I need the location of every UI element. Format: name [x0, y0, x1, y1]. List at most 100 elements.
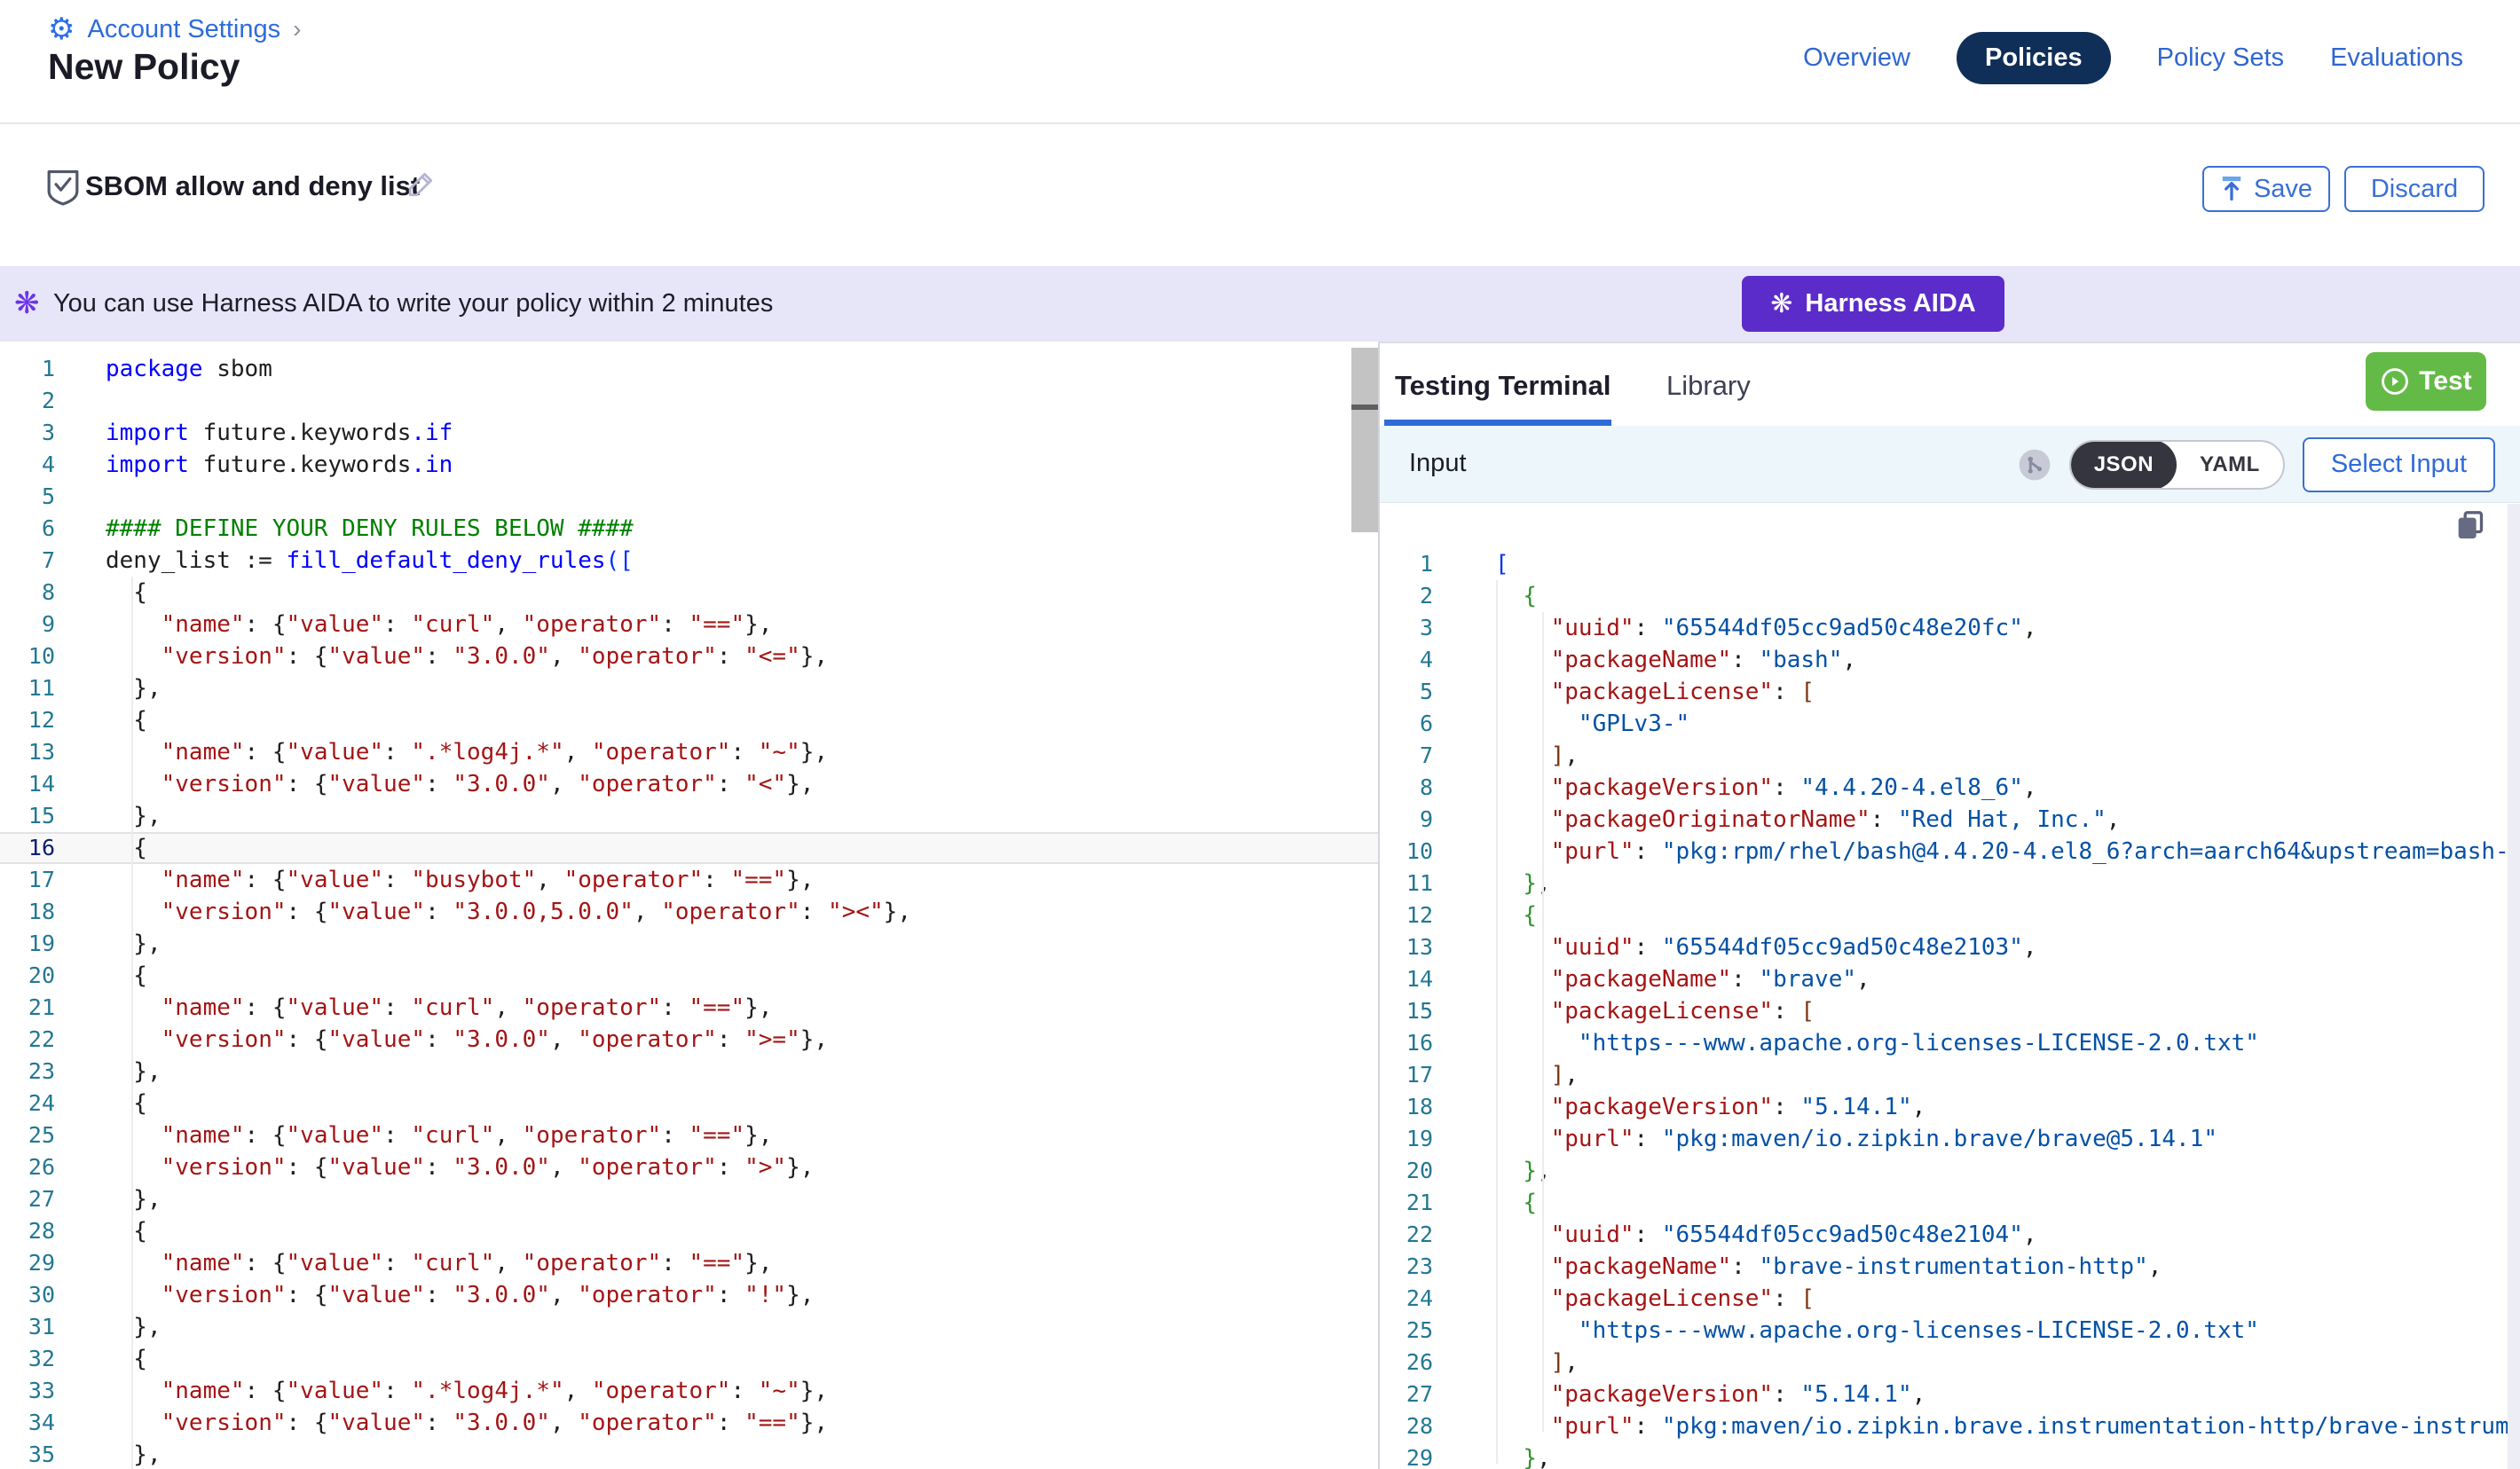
header: ⚙ Account Settings › New Policy Overview…: [0, 0, 2520, 124]
tab-overview[interactable]: Overview: [1803, 43, 1910, 73]
line-number: 19: [0, 928, 55, 960]
line-number: 35: [0, 1439, 55, 1469]
line-number: 27: [0, 1183, 55, 1215]
format-option-yaml[interactable]: YAML: [2177, 440, 2283, 490]
format-option-json[interactable]: JSON: [2071, 440, 2177, 490]
save-button[interactable]: Save: [2202, 166, 2330, 212]
edit-pencil-icon[interactable]: [406, 169, 437, 203]
code-line: 5 "packageLicense": [: [1380, 676, 2520, 708]
aida-button-label: Harness AIDA: [1805, 289, 1975, 318]
line-number: 10: [1380, 836, 1433, 868]
code-line: 12 {: [1380, 899, 2520, 931]
code-line: 29 "name": {"value": "curl", "operator":…: [0, 1247, 1378, 1279]
line-number: 1: [1380, 548, 1433, 580]
line-number: 5: [0, 481, 55, 513]
line-number: 6: [0, 513, 55, 545]
test-button[interactable]: Test: [2366, 352, 2486, 411]
code-line: 26 "version": {"value": "3.0.0", "operat…: [0, 1151, 1378, 1183]
code-line: 31 },: [0, 1311, 1378, 1343]
line-number: 1: [0, 353, 55, 385]
code-line: 17 "name": {"value": "busybot", "operato…: [0, 864, 1378, 896]
line-number: 34: [0, 1407, 55, 1439]
line-number: 5: [1380, 676, 1433, 708]
tab-library[interactable]: Library: [1666, 370, 1751, 402]
line-number: 8: [1380, 772, 1433, 804]
indent-guide: [131, 577, 133, 1469]
code-line: 20 },: [1380, 1155, 2520, 1187]
line-number: 20: [0, 960, 55, 992]
code-line: 3 "uuid": "65544df05cc9ad50c48e20fc",: [1380, 612, 2520, 644]
code-line: 14 "version": {"value": "3.0.0", "operat…: [0, 768, 1378, 800]
code-line: 30 "version": {"value": "3.0.0", "operat…: [0, 1279, 1378, 1311]
code-line: 32 {: [0, 1343, 1378, 1375]
code-line: 1package sbom: [0, 353, 1378, 385]
line-number: 6: [1380, 708, 1433, 740]
code-line: 19 "purl": "pkg:maven/io.zipkin.brave/br…: [1380, 1123, 2520, 1155]
code-line: 24 {: [0, 1088, 1378, 1119]
tab-testing-terminal[interactable]: Testing Terminal: [1395, 370, 1610, 402]
chevron-right-icon: ›: [293, 15, 301, 43]
code-line: 27 "packageVersion": "5.14.1",: [1380, 1379, 2520, 1410]
tab-policy-sets[interactable]: Policy Sets: [2157, 43, 2284, 73]
policy-code-editor[interactable]: 1package sbom23import future.keywords.if…: [0, 342, 1378, 1469]
editor-scrollbar-thumb[interactable]: [1351, 348, 1378, 532]
code-line: 10 "version": {"value": "3.0.0", "operat…: [0, 640, 1378, 672]
line-number: 11: [0, 672, 55, 704]
code-line: 25 "name": {"value": "curl", "operator":…: [0, 1119, 1378, 1151]
code-line: 16 "https---www.apache.org-licenses-LICE…: [1380, 1027, 2520, 1059]
line-number: 24: [1380, 1283, 1433, 1315]
fork-icon[interactable]: [2018, 448, 2051, 482]
line-number: 4: [1380, 644, 1433, 676]
select-input-button[interactable]: Select Input: [2303, 437, 2495, 492]
code-line: 17 ],: [1380, 1059, 2520, 1091]
line-number: 29: [1380, 1442, 1433, 1469]
header-tabs: Overview Policies Policy Sets Evaluations: [1803, 32, 2463, 84]
tab-policies[interactable]: Policies: [1957, 32, 2111, 84]
line-number: 17: [1380, 1059, 1433, 1091]
code-line: 24 "packageLicense": [: [1380, 1283, 2520, 1315]
tab-evaluations[interactable]: Evaluations: [2330, 43, 2463, 73]
code-line: 3import future.keywords.if: [0, 417, 1378, 449]
breadcrumb-account-settings-link[interactable]: Account Settings: [87, 15, 280, 44]
active-tab-underline: [1384, 420, 1611, 426]
input-json-editor[interactable]: 1[2 {3 "uuid": "65544df05cc9ad50c48e20fc…: [1380, 504, 2520, 1469]
code-line: 33 "name": {"value": ".*log4j.*", "opera…: [0, 1375, 1378, 1407]
code-line: 13 "name": {"value": ".*log4j.*", "opera…: [0, 736, 1378, 768]
code-line: 18 "version": {"value": "3.0.0,5.0.0", "…: [0, 896, 1378, 928]
line-number: 9: [1380, 804, 1433, 836]
format-toggle: JSONYAML: [2069, 440, 2285, 490]
code-line: 2 {: [1380, 580, 2520, 612]
line-number: 2: [0, 385, 55, 417]
copy-icon[interactable]: [2453, 507, 2488, 547]
page-title: New Policy: [48, 46, 240, 88]
line-number: 14: [1380, 963, 1433, 995]
line-number: 12: [0, 704, 55, 736]
line-number: 23: [1380, 1251, 1433, 1283]
code-line: 21 "name": {"value": "curl", "operator":…: [0, 992, 1378, 1024]
line-number: 8: [0, 577, 55, 609]
input-label: Input: [1409, 449, 1467, 478]
testing-panel-tabs: Test Testing Terminal Library: [1380, 342, 2520, 426]
harness-aida-button[interactable]: ❋ Harness AIDA: [1742, 276, 2004, 332]
code-line: 9 "name": {"value": "curl", "operator": …: [0, 609, 1378, 640]
code-line: 22 "version": {"value": "3.0.0", "operat…: [0, 1024, 1378, 1056]
line-number: 4: [0, 449, 55, 481]
line-number: 19: [1380, 1123, 1433, 1155]
aida-flower-icon-white: ❋: [1770, 288, 1792, 319]
line-number: 10: [0, 640, 55, 672]
line-number: 9: [0, 609, 55, 640]
code-line: 19 },: [0, 928, 1378, 960]
line-number: 27: [1380, 1379, 1433, 1410]
code-line: 8 "packageVersion": "4.4.20-4.el8_6",: [1380, 772, 2520, 804]
discard-button[interactable]: Discard: [2344, 166, 2485, 212]
shield-check-icon: [46, 169, 80, 210]
line-number: 20: [1380, 1155, 1433, 1187]
policy-name: SBOM allow and deny list: [85, 170, 420, 202]
editor-scrollbar-marker: [1351, 405, 1378, 410]
code-line: 5: [0, 481, 1378, 513]
line-number: 18: [1380, 1091, 1433, 1123]
save-label: Save: [2254, 175, 2312, 204]
line-number: 2: [1380, 580, 1433, 612]
json-scrollbar-track[interactable]: [2508, 504, 2520, 1469]
indent-guide: [1496, 580, 1498, 1464]
